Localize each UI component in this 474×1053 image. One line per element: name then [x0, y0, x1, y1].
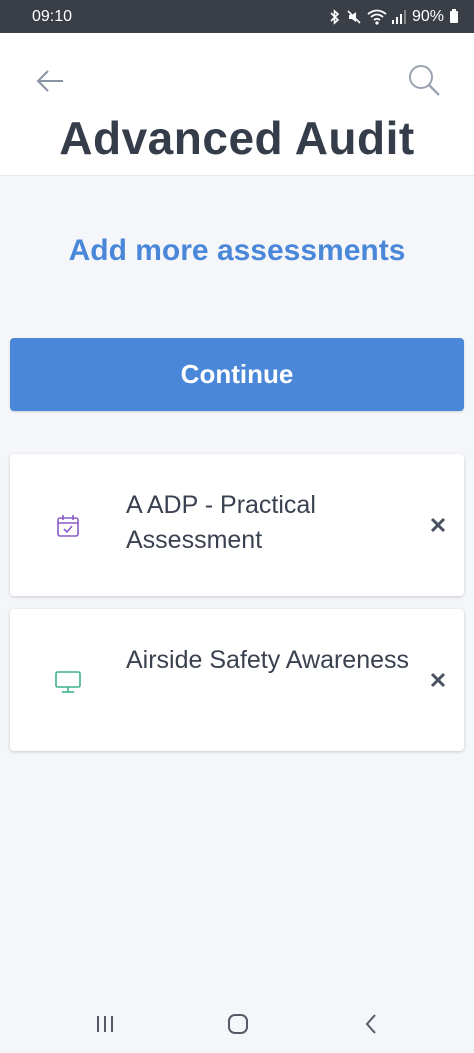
wifi-icon — [367, 9, 387, 25]
signal-icon — [391, 9, 406, 24]
search-icon[interactable] — [406, 63, 442, 99]
home-icon[interactable] — [223, 1009, 253, 1039]
assessment-card: Airside Safety Awareness — [10, 609, 464, 751]
battery-icon — [450, 8, 458, 23]
close-icon[interactable] — [426, 668, 450, 692]
status-time: 09:10 — [32, 7, 73, 25]
status-indicators: 90% — [329, 8, 458, 26]
assessment-title: Airside Safety Awareness — [126, 646, 410, 674]
add-more-assessments-link[interactable]: Add more assessments — [0, 234, 474, 268]
calendar-check-icon — [57, 515, 79, 537]
assessment-title: A ADP - Practical Assessment — [126, 491, 316, 554]
monitor-icon — [55, 671, 81, 693]
close-icon[interactable] — [426, 513, 450, 537]
mute-icon — [347, 9, 361, 24]
assessment-card: A ADP - Practical Assessment — [10, 454, 464, 596]
back-chevron-icon[interactable] — [356, 1009, 386, 1039]
continue-button[interactable]: Continue — [10, 338, 464, 411]
bluetooth-icon — [330, 8, 340, 25]
battery-percent: 90% — [411, 7, 444, 25]
status-bar: 09:10 90% — [0, 0, 474, 33]
page-title: Advanced Audit — [59, 112, 415, 164]
recent-apps-icon[interactable] — [90, 1009, 120, 1039]
header: Advanced Audit — [0, 33, 474, 176]
arrow-left-icon[interactable] — [34, 65, 66, 97]
system-nav-bar — [0, 993, 474, 1053]
